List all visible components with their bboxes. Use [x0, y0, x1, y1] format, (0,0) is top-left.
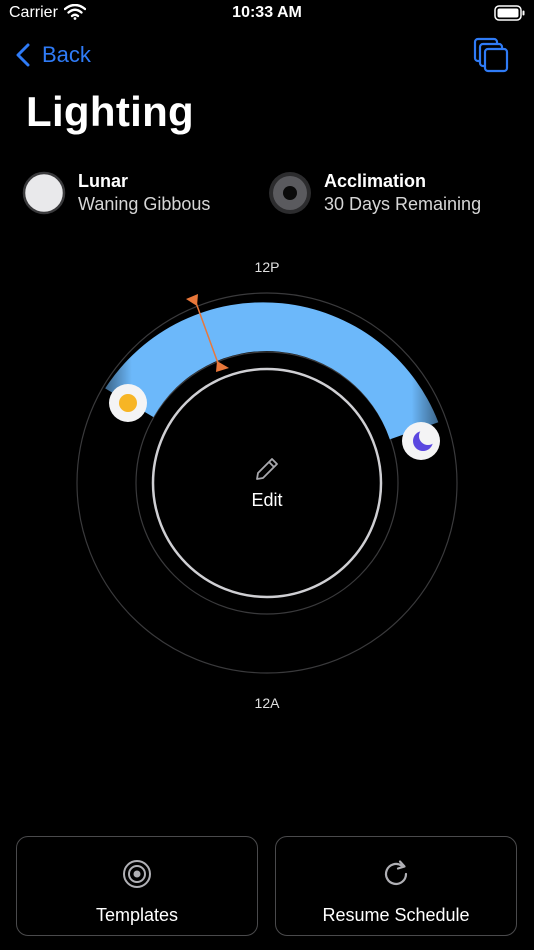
edit-circle[interactable] [151, 367, 383, 599]
resume-schedule-button[interactable]: Resume Schedule [275, 836, 517, 936]
chevron-left-icon [16, 43, 30, 67]
moon-phase-icon [22, 171, 66, 215]
back-label: Back [42, 42, 91, 67]
sunrise-handle[interactable] [109, 384, 147, 422]
acclimation-info[interactable]: Acclimation 30 Days Remaining [268, 170, 481, 216]
status-time: 10:33 AM [232, 4, 302, 21]
lunar-title: Lunar [78, 171, 129, 191]
lunar-subtitle: Waning Gibbous [78, 194, 211, 214]
edit-label: Edit [251, 490, 282, 510]
acclimation-title: Acclimation [324, 171, 427, 191]
lunar-info[interactable]: Lunar Waning Gibbous [22, 170, 210, 216]
back-button[interactable]: Back [16, 40, 91, 70]
copy-icon [473, 37, 509, 73]
templates-label: Templates [95, 905, 179, 925]
resume-schedule-label: Resume Schedule [322, 905, 470, 925]
dial-label-midnight: 12A [255, 695, 281, 711]
templates-button[interactable]: Templates [16, 836, 258, 936]
acclimation-subtitle: 30 Days Remaining [324, 194, 482, 214]
copy-button[interactable] [472, 36, 510, 79]
page-title: Lighting [26, 88, 195, 135]
acclimation-icon [269, 172, 311, 214]
dial-label-noon: 12P [255, 259, 280, 275]
status-bar: Carrier 10:33 AM [0, 0, 534, 30]
refresh-icon [384, 860, 408, 886]
target-icon [123, 860, 151, 888]
sunset-handle[interactable] [402, 422, 440, 460]
schedule-dial[interactable]: 12P Edit 12A [0, 250, 534, 720]
battery-icon [494, 5, 525, 21]
